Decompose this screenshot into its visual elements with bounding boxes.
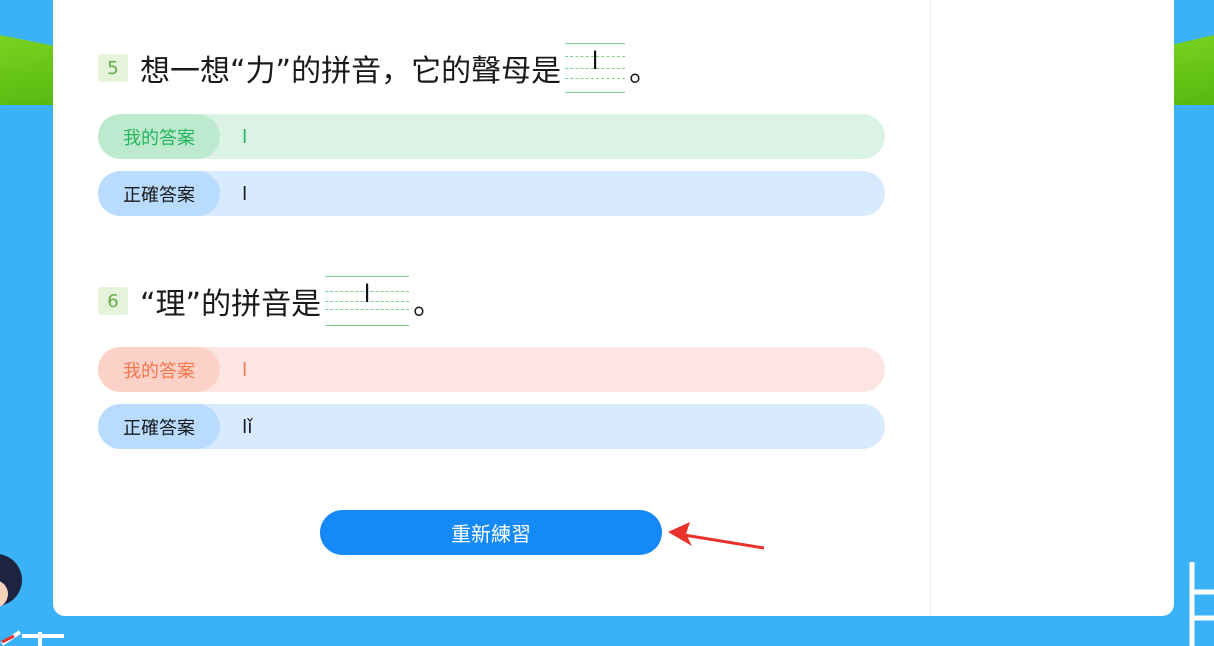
- correct-answer-value: lǐ: [242, 415, 253, 438]
- question-5: 5 想一想“力”的拼音，它的聲母是 l 。: [98, 43, 659, 93]
- pinyin-blank: l: [325, 276, 410, 326]
- pinyin-blank: l: [565, 43, 626, 93]
- pinyin-blank-value: l: [363, 280, 371, 308]
- decorative-ladder-right: [1189, 562, 1214, 646]
- pinyin-blank-value: l: [591, 47, 599, 75]
- question-text: 想一想“力”的拼音，它的聲母是: [140, 54, 562, 89]
- correct-answer-row: 正確答案 l: [98, 171, 885, 216]
- cartoon-character-decoration: [0, 554, 22, 607]
- side-panel-divider: [930, 0, 931, 616]
- retry-practice-button[interactable]: 重新練習: [320, 510, 662, 555]
- my-answer-value: l: [242, 125, 248, 148]
- question-text-end: 。: [629, 54, 660, 89]
- my-answer-label: 我的答案: [98, 347, 220, 392]
- question-text-end: 。: [413, 287, 444, 322]
- my-answer-value: l: [242, 358, 248, 381]
- correct-answer-value: l: [242, 182, 248, 205]
- correct-answer-row: 正確答案 lǐ: [98, 404, 885, 449]
- red-arrow-pointer-icon: [668, 522, 765, 550]
- question-number-badge: 6: [98, 287, 128, 315]
- question-6: 6 “理”的拼音是 l 。: [98, 276, 443, 326]
- my-answer-row: 我的答案 l: [98, 347, 885, 392]
- question-text: “理”的拼音是: [140, 287, 322, 322]
- results-card: 5 想一想“力”的拼音，它的聲母是 l 。 我的答案 l 正確答案 l 6 “理…: [53, 0, 1174, 616]
- correct-answer-label: 正確答案: [98, 171, 220, 216]
- my-answer-label: 我的答案: [98, 114, 220, 159]
- question-number-badge: 5: [98, 54, 128, 82]
- my-answer-row: 我的答案 l: [98, 114, 885, 159]
- decorative-lines-left: [0, 630, 64, 646]
- correct-answer-label: 正確答案: [98, 404, 220, 449]
